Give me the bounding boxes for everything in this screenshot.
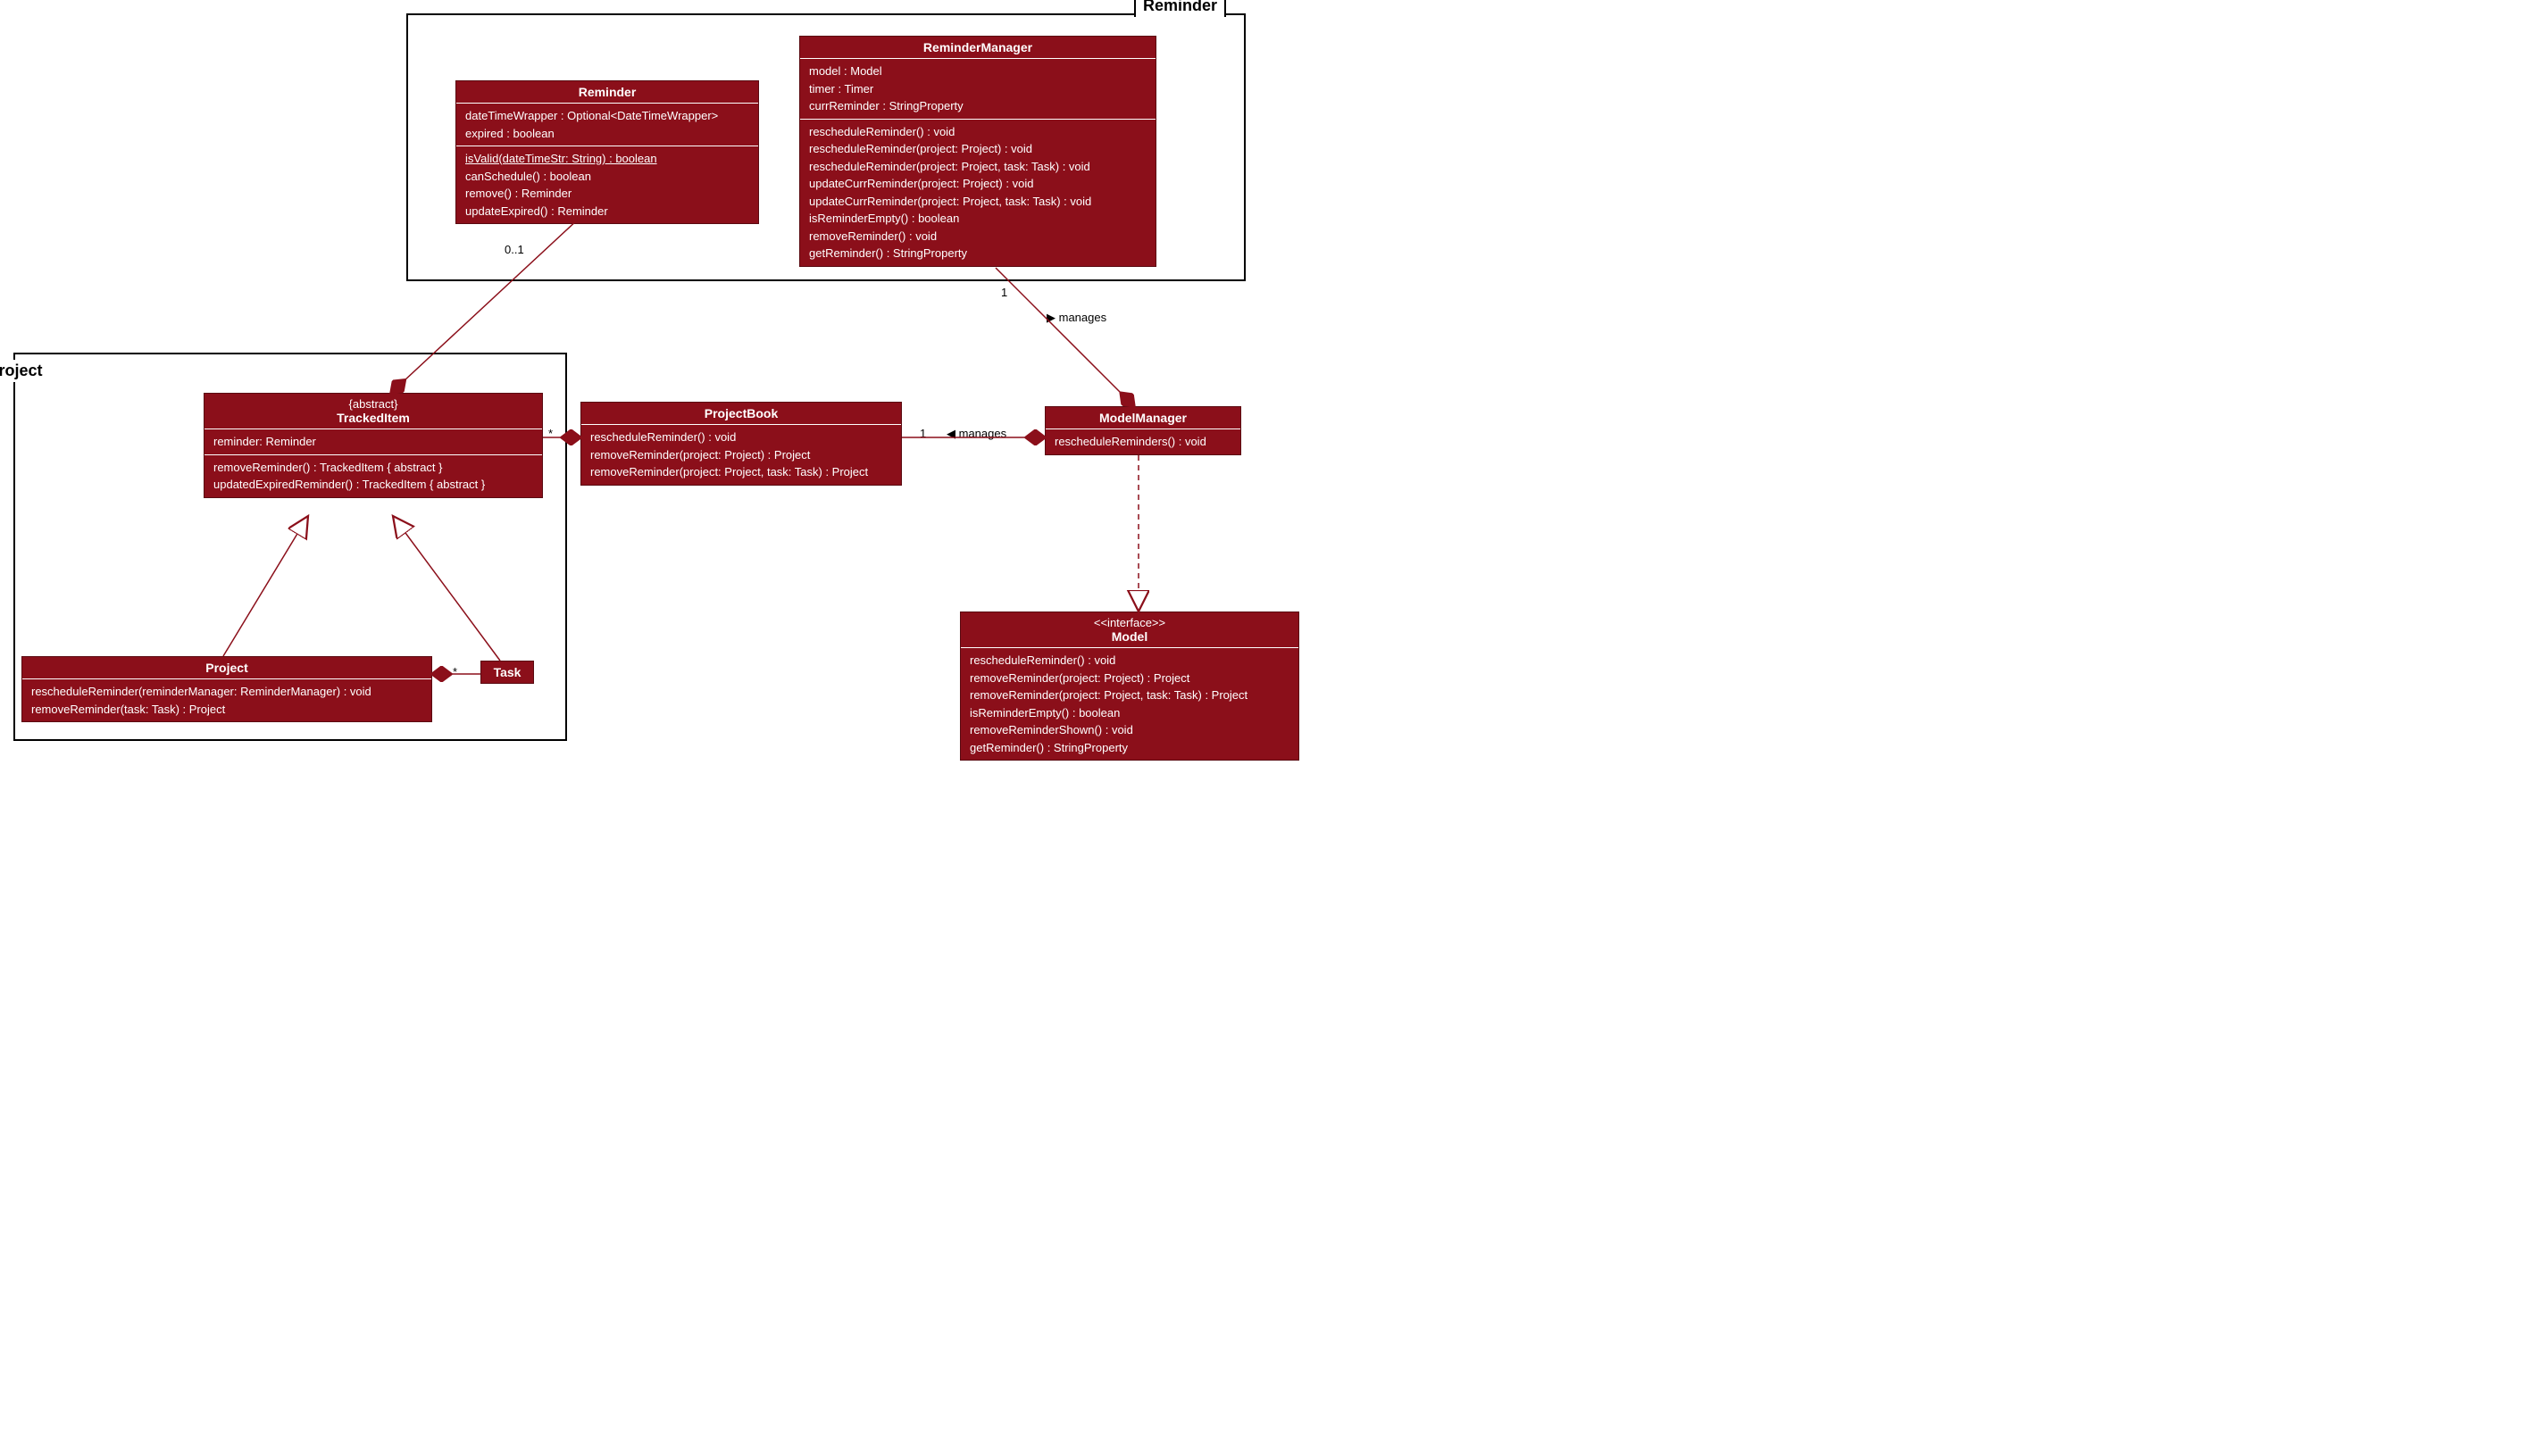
attr: expired : boolean	[465, 125, 749, 143]
label-manages-rm: ▶ manages	[1047, 311, 1106, 325]
class-reminder-title: Reminder	[456, 81, 758, 104]
class-tracked-item-ops: removeReminder() : TrackedItem { abstrac…	[204, 455, 542, 497]
op: rescheduleReminder() : void	[809, 123, 1147, 141]
op: isReminderEmpty() : boolean	[970, 704, 1289, 722]
op: isReminderEmpty() : boolean	[809, 210, 1147, 228]
class-model-manager-title: ModelManager	[1046, 407, 1240, 429]
class-task: Task	[480, 661, 534, 684]
stereotype: <<interface>>	[970, 616, 1289, 629]
class-model-manager-ops: rescheduleReminders() : void	[1046, 429, 1240, 454]
op: removeReminder(project: Project, task: T…	[970, 686, 1289, 704]
package-reminder-label: Reminder	[1134, 0, 1226, 17]
op: rescheduleReminder() : void	[970, 652, 1289, 670]
class-name: Model	[1112, 629, 1147, 644]
class-tracked-item-title: {abstract} TrackedItem	[204, 394, 542, 429]
class-project-title: Project	[22, 657, 431, 679]
attr: model : Model	[809, 62, 1147, 80]
class-tracked-item-attrs: reminder: Reminder	[204, 429, 542, 455]
class-project-book: ProjectBook rescheduleReminder() : void …	[580, 402, 902, 486]
class-name: TrackedItem	[337, 411, 410, 425]
manages-text: manages	[959, 427, 1006, 440]
class-project: Project rescheduleReminder(reminderManag…	[21, 656, 432, 722]
mult-reminder: 0..1	[505, 243, 524, 256]
class-tracked-item: {abstract} TrackedItem reminder: Reminde…	[204, 393, 543, 498]
op: getReminder() : StringProperty	[809, 245, 1147, 262]
class-model-title: <<interface>> Model	[961, 612, 1298, 648]
op: removeReminder(project: Project) : Proje…	[590, 446, 892, 464]
class-model-ops: rescheduleReminder() : void removeRemind…	[961, 648, 1298, 760]
class-project-book-title: ProjectBook	[581, 403, 901, 425]
op: updatedExpiredReminder() : TrackedItem {…	[213, 476, 533, 494]
op: removeReminderShown() : void	[970, 721, 1289, 739]
class-reminder: Reminder dateTimeWrapper : Optional<Date…	[455, 80, 759, 224]
class-task-title: Task	[481, 661, 533, 683]
class-reminder-manager-ops: rescheduleReminder() : void rescheduleRe…	[800, 120, 1156, 266]
op: removeReminder() : void	[809, 228, 1147, 245]
class-reminder-manager: ReminderManager model : Model timer : Ti…	[799, 36, 1156, 267]
op: getReminder() : StringProperty	[970, 739, 1289, 757]
op: rescheduleReminder() : void	[590, 428, 892, 446]
class-model-manager: ModelManager rescheduleReminders() : voi…	[1045, 406, 1241, 455]
op: rescheduleReminder(reminderManager: Remi…	[31, 683, 422, 701]
class-project-book-ops: rescheduleReminder() : void removeRemind…	[581, 425, 901, 485]
op: isValid(dateTimeStr: String) : boolean	[465, 150, 749, 168]
mult-reminder-mgr: 1	[1001, 286, 1007, 299]
class-project-ops: rescheduleReminder(reminderManager: Remi…	[22, 679, 431, 721]
op: updateCurrReminder(project: Project, tas…	[809, 193, 1147, 211]
mult-tracked-item: *	[548, 427, 553, 440]
label-manages-pb: ◀ manages	[947, 427, 1006, 441]
op: rescheduleReminder(project: Project) : v…	[809, 140, 1147, 158]
class-model-interface: <<interface>> Model rescheduleReminder()…	[960, 612, 1299, 761]
stereotype: {abstract}	[213, 397, 533, 411]
op: removeReminder(task: Task) : Project	[31, 701, 422, 719]
op: updateCurrReminder(project: Project) : v…	[809, 175, 1147, 193]
manages-text: manages	[1059, 311, 1106, 324]
attr: timer : Timer	[809, 80, 1147, 98]
op: rescheduleReminders() : void	[1055, 433, 1231, 451]
mult-task: *	[453, 665, 457, 678]
attr: dateTimeWrapper : Optional<DateTimeWrapp…	[465, 107, 749, 125]
class-reminder-attrs: dateTimeWrapper : Optional<DateTimeWrapp…	[456, 104, 758, 146]
class-reminder-manager-title: ReminderManager	[800, 37, 1156, 59]
op: rescheduleReminder(project: Project, tas…	[809, 158, 1147, 176]
op: removeReminder(project: Project) : Proje…	[970, 670, 1289, 687]
op: removeReminder(project: Project, task: T…	[590, 463, 892, 481]
attr: reminder: Reminder	[213, 433, 533, 451]
mult-project-book: 1	[920, 427, 926, 440]
attr: currReminder : StringProperty	[809, 97, 1147, 115]
op: remove() : Reminder	[465, 185, 749, 203]
class-reminder-ops: isValid(dateTimeStr: String) : boolean c…	[456, 146, 758, 223]
package-project-label: Project	[0, 360, 290, 382]
op: removeReminder() : TrackedItem { abstrac…	[213, 459, 533, 477]
class-reminder-manager-attrs: model : Model timer : Timer currReminder…	[800, 59, 1156, 120]
op: canSchedule() : boolean	[465, 168, 749, 186]
op: updateExpired() : Reminder	[465, 203, 749, 220]
